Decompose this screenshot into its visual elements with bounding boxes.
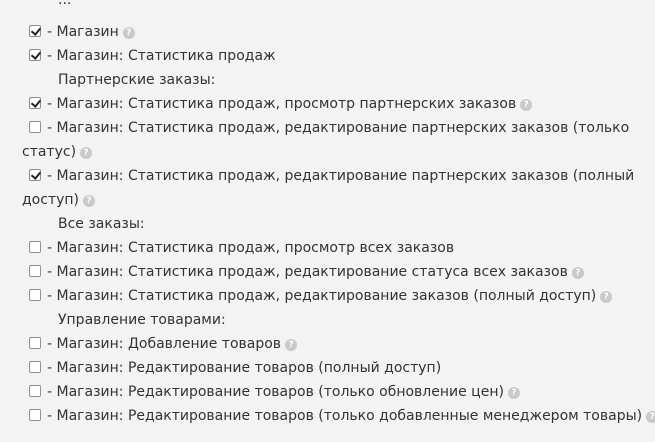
help-icon[interactable]: ? <box>80 147 93 159</box>
permission-label: - Магазин: Статистика продаж <box>47 48 276 64</box>
permission-label-continued: доступ)? <box>22 188 95 212</box>
permission-label: - Магазин: Статистика продаж, просмотр п… <box>47 92 533 116</box>
permission-checkbox[interactable] <box>29 361 41 373</box>
permission-label: - Магазин: Статистика продаж, редактиров… <box>47 284 613 308</box>
section-heading: Все заказы: <box>58 216 145 232</box>
help-icon[interactable]: ? <box>122 27 135 39</box>
help-icon[interactable]: ? <box>600 291 613 303</box>
permission-label: - Магазин: Редактирование товаров (тольк… <box>47 380 520 404</box>
permission-label: - Магазин: Статистика продаж, просмотр в… <box>47 240 455 256</box>
permission-label: - Магазин: Редактирование товаров (тольк… <box>47 404 655 428</box>
permission-label-continued: статус)? <box>22 140 93 164</box>
permission-checkbox[interactable] <box>29 97 41 109</box>
help-icon[interactable]: ? <box>646 411 655 423</box>
permission-label: - Магазин: Статистика продаж, редактиров… <box>47 260 584 284</box>
help-icon[interactable]: ? <box>507 387 520 399</box>
permission-label: - Магазин: Редактирование товаров (полны… <box>47 360 442 376</box>
permission-checkbox[interactable] <box>29 25 41 37</box>
permission-label: - Магазин? <box>47 20 135 44</box>
permission-checkbox[interactable] <box>29 265 41 277</box>
permission-label: - Магазин: Статистика продаж, редактиров… <box>47 168 635 184</box>
permission-checkbox[interactable] <box>29 337 41 349</box>
help-icon[interactable]: ? <box>571 267 584 279</box>
section-heading: Партнерские заказы: <box>58 72 216 88</box>
permission-label: - Магазин: Статистика продаж, редактиров… <box>47 120 630 136</box>
permission-checkbox[interactable] <box>29 385 41 397</box>
permission-checkbox[interactable] <box>29 169 41 181</box>
help-icon[interactable]: ? <box>520 99 533 111</box>
section-heading: Управление товарами: <box>58 312 226 328</box>
permission-checkbox[interactable] <box>29 121 41 133</box>
permission-checkbox[interactable] <box>29 409 41 421</box>
top-partial-text: ... <box>58 0 72 8</box>
permission-checkbox[interactable] <box>29 241 41 253</box>
permission-checkbox[interactable] <box>29 289 41 301</box>
help-icon[interactable]: ? <box>285 339 298 351</box>
help-icon[interactable]: ? <box>83 195 95 207</box>
permission-label: - Магазин: Добавление товаров? <box>47 332 298 356</box>
permission-checkbox[interactable] <box>29 49 41 61</box>
